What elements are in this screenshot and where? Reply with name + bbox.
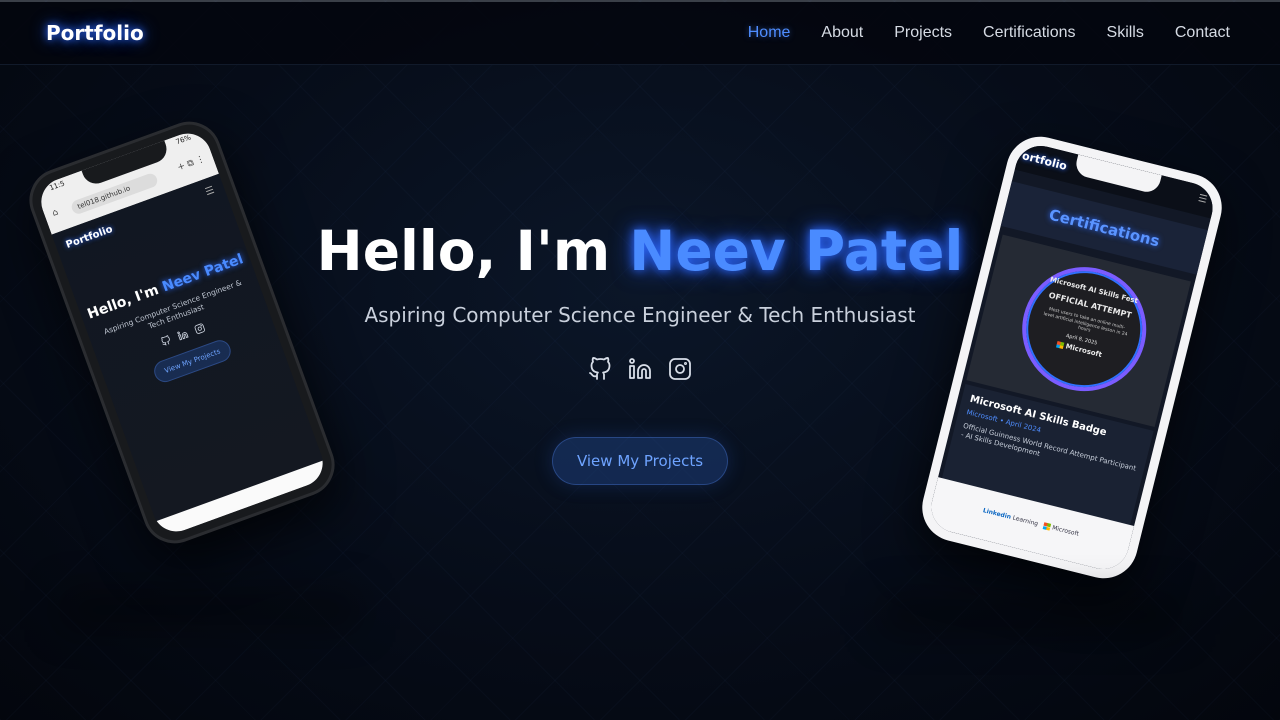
linkedin-learning-logo: Linkedin (982, 507, 1012, 521)
phone-left-time: 11:5 (48, 179, 66, 193)
nav-link-contact[interactable]: Contact (1175, 24, 1230, 42)
browser-actions-icon: + ⧉ ⋮ (176, 153, 207, 174)
linkedin-icon (629, 358, 651, 380)
hamburger-menu-icon: ☰ (203, 184, 217, 199)
nav-link-skills[interactable]: Skills (1107, 24, 1144, 42)
nav-link-about[interactable]: About (821, 24, 863, 42)
github-link[interactable] (588, 357, 612, 381)
view-projects-button[interactable]: View My Projects (551, 437, 729, 486)
social-links (0, 357, 1280, 381)
phone-right-brand: ortfolio (1020, 149, 1069, 173)
instagram-link[interactable] (668, 357, 692, 381)
brand-logo[interactable]: Portfolio (46, 21, 144, 45)
hero-section: Hello, I'm Neev Patel Aspiring Computer … (0, 219, 1280, 486)
home-icon: ⌂ (50, 207, 60, 219)
nav-links: Home About Projects Certifications Skill… (748, 24, 1230, 42)
footer-linkedin-text: Linked (982, 507, 1006, 520)
microsoft-logo-icon (1042, 522, 1052, 531)
shadow-left (60, 590, 360, 630)
linkedin-link[interactable] (628, 357, 652, 381)
footer-in-text: in (1003, 512, 1012, 521)
hamburger-menu-icon: ☰ (1196, 192, 1209, 206)
phone-left-battery: 76% (174, 133, 193, 147)
footer-microsoft-text: Microsoft (1051, 524, 1080, 538)
hero-title: Hello, I'm Neev Patel (0, 219, 1280, 283)
nav-link-projects[interactable]: Projects (894, 24, 952, 42)
hero-greeting: Hello, I'm (316, 219, 630, 283)
footer-learning-text: Learning (1011, 514, 1039, 528)
hero-name: Neev Patel (629, 219, 964, 283)
instagram-icon (669, 358, 691, 381)
nav-link-certifications[interactable]: Certifications (983, 24, 1075, 42)
hero-subtitle: Aspiring Computer Science Engineer & Tec… (364, 303, 916, 328)
shadow-right (880, 595, 1180, 635)
nav-link-home[interactable]: Home (748, 24, 791, 42)
navbar: Portfolio Home About Projects Certificat… (0, 2, 1280, 65)
github-icon (589, 357, 611, 381)
